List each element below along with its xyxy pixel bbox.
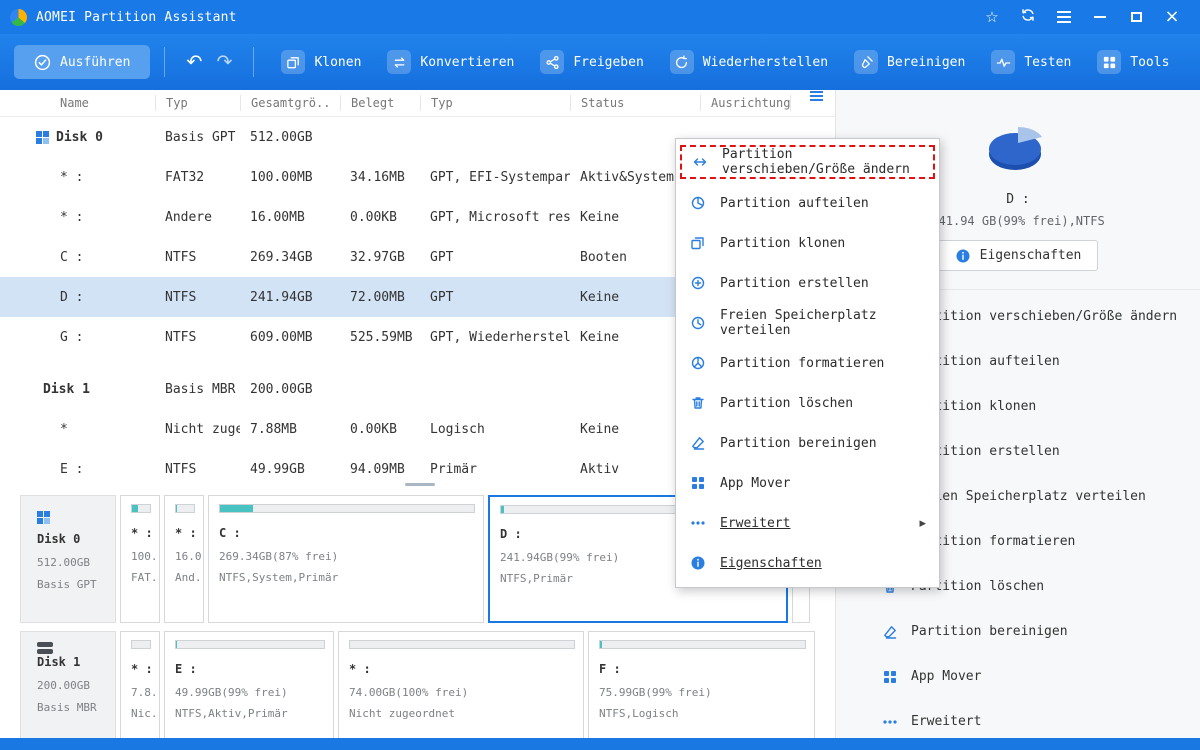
capacity-bar bbox=[349, 640, 575, 649]
info-icon bbox=[689, 555, 706, 572]
check-icon bbox=[34, 54, 51, 71]
toolbar-button-clean[interactable]: Bereinigen bbox=[854, 50, 965, 74]
update-sync-icon[interactable] bbox=[1010, 3, 1046, 31]
clone-icon bbox=[689, 235, 706, 252]
column-header-fs-type[interactable]: Typ bbox=[155, 95, 240, 111]
drive-pie-chart bbox=[989, 127, 1042, 170]
undo-button[interactable]: ↶ bbox=[179, 47, 209, 77]
toolbar-button-restore[interactable]: Wiederherstellen bbox=[669, 50, 828, 74]
partition-block-unallocated[interactable]: * : 74.00GB(100% frei) Nicht zugeordnet bbox=[338, 631, 584, 738]
context-menu: Partition verschieben/Größe ändern Parti… bbox=[675, 138, 940, 588]
column-header-status[interactable]: Status bbox=[570, 95, 700, 111]
convert-icon bbox=[387, 50, 412, 74]
menu-item-app-mover[interactable]: App Mover bbox=[676, 463, 939, 503]
column-header-used[interactable]: Belegt bbox=[340, 95, 420, 111]
submenu-arrow-icon: ▸ bbox=[919, 515, 926, 531]
app-mover-icon bbox=[689, 475, 706, 492]
menu-item-clone[interactable]: Partition klonen bbox=[676, 223, 939, 263]
partition-block-e[interactable]: E : 49.99GB(99% frei) NTFS,Aktiv,Primär bbox=[164, 631, 334, 738]
capacity-bar bbox=[599, 640, 806, 649]
status-bar bbox=[0, 738, 1200, 750]
horizontal-scrollbar[interactable] bbox=[405, 483, 435, 486]
restore-icon bbox=[669, 50, 694, 74]
toolbar-button-test[interactable]: Testen bbox=[991, 50, 1071, 74]
column-header-partition-type[interactable]: Typ bbox=[420, 95, 570, 111]
partition-block-small[interactable]: * : 7.8... Nic... bbox=[120, 631, 160, 738]
clean-icon bbox=[854, 50, 879, 74]
partition-block-msr[interactable]: * : 16.0... And... bbox=[164, 495, 204, 623]
favorite-star-icon[interactable]: ☆ bbox=[974, 3, 1010, 31]
column-header-name[interactable]: Name bbox=[0, 95, 155, 111]
menu-item-wipe[interactable]: Partition bereinigen bbox=[676, 423, 939, 463]
gpt-disk-icon bbox=[36, 130, 49, 144]
column-settings-icon[interactable] bbox=[790, 95, 835, 111]
capacity-bar bbox=[219, 504, 475, 513]
toolbar-button-clone[interactable]: Klonen bbox=[281, 50, 361, 74]
title-bar: AOMEI Partition Assistant ☆ × bbox=[0, 0, 1200, 34]
eraser-icon bbox=[689, 435, 706, 452]
app-logo-icon bbox=[10, 8, 27, 26]
sidebar-action-wipe[interactable]: Partition bereinigen bbox=[836, 609, 1200, 654]
gpt-disk-icon bbox=[37, 511, 50, 524]
redo-button[interactable]: ↷ bbox=[209, 47, 239, 77]
toolbar: Ausführen ↶ ↷ Klonen Konvertieren Freige… bbox=[0, 34, 1200, 90]
trash-icon bbox=[689, 395, 706, 412]
menu-item-delete[interactable]: Partition löschen bbox=[676, 383, 939, 423]
menu-item-allocate[interactable]: Freien Speicherplatz verteilen bbox=[676, 303, 939, 343]
menu-item-create[interactable]: Partition erstellen bbox=[676, 263, 939, 303]
column-header-alignment[interactable]: Ausrichtung bbox=[700, 95, 790, 111]
partition-block-efi[interactable]: * : 100... FAT... bbox=[120, 495, 160, 623]
close-button[interactable]: × bbox=[1154, 3, 1190, 31]
eraser-icon bbox=[881, 623, 898, 640]
column-header-total-size[interactable]: Gesamtgrö.. bbox=[240, 95, 340, 111]
capacity-bar bbox=[131, 640, 151, 649]
menu-item-advanced[interactable]: Erweitert ▸ bbox=[676, 503, 939, 543]
menu-item-format[interactable]: Partition formatieren bbox=[676, 343, 939, 383]
disk0-info-block[interactable]: Disk 0 512.00GB Basis GPT bbox=[20, 495, 116, 623]
split-icon bbox=[689, 195, 706, 212]
toolbar-button-convert[interactable]: Konvertieren bbox=[387, 50, 514, 74]
more-icon bbox=[689, 515, 706, 532]
toolbar-button-tools[interactable]: Tools bbox=[1097, 50, 1169, 74]
test-icon bbox=[991, 50, 1016, 74]
sidebar-action-app-mover[interactable]: App Mover bbox=[836, 654, 1200, 699]
execute-label: Ausführen bbox=[60, 54, 131, 70]
menu-item-split[interactable]: Partition aufteilen bbox=[676, 183, 939, 223]
minimize-button[interactable] bbox=[1082, 3, 1118, 31]
capacity-bar bbox=[175, 640, 325, 649]
share-icon bbox=[540, 50, 565, 74]
more-icon bbox=[881, 713, 898, 730]
window-title: AOMEI Partition Assistant bbox=[36, 9, 237, 25]
execute-button[interactable]: Ausführen bbox=[14, 45, 151, 79]
format-icon bbox=[689, 355, 706, 372]
allocate-icon bbox=[689, 315, 706, 332]
mbr-disk-icon bbox=[37, 642, 107, 647]
annotation-highlight-box: Partition verschieben/Größe ändern bbox=[680, 145, 935, 179]
disk1-map-row: Disk 1 200.00GB Basis MBR * : 7.8... Nic… bbox=[20, 631, 815, 738]
clone-icon bbox=[281, 50, 306, 74]
partition-block-f[interactable]: F : 75.99GB(99% frei) NTFS,Logisch bbox=[588, 631, 815, 738]
create-icon bbox=[689, 275, 706, 292]
capacity-bar bbox=[131, 504, 151, 513]
properties-button[interactable]: Eigenschaften bbox=[937, 240, 1099, 271]
disk1-info-block[interactable]: Disk 1 200.00GB Basis MBR bbox=[20, 631, 116, 738]
table-header: Name Typ Gesamtgrö.. Belegt Typ Status A… bbox=[0, 90, 835, 117]
app-mover-icon bbox=[881, 668, 898, 685]
menu-item-move-resize[interactable]: Partition verschieben/Größe ändern bbox=[682, 147, 933, 177]
main-menu-icon[interactable] bbox=[1046, 3, 1082, 31]
menu-item-properties[interactable]: Eigenschaften bbox=[676, 543, 939, 583]
info-icon bbox=[955, 247, 972, 264]
toolbar-button-share[interactable]: Freigeben bbox=[540, 50, 644, 74]
maximize-button[interactable] bbox=[1118, 3, 1154, 31]
tools-icon bbox=[1097, 50, 1122, 74]
capacity-bar bbox=[175, 504, 195, 513]
partition-block-c[interactable]: C : 269.34GB(87% frei) NTFS,System,Primä… bbox=[208, 495, 484, 623]
move-resize-icon bbox=[691, 154, 708, 171]
